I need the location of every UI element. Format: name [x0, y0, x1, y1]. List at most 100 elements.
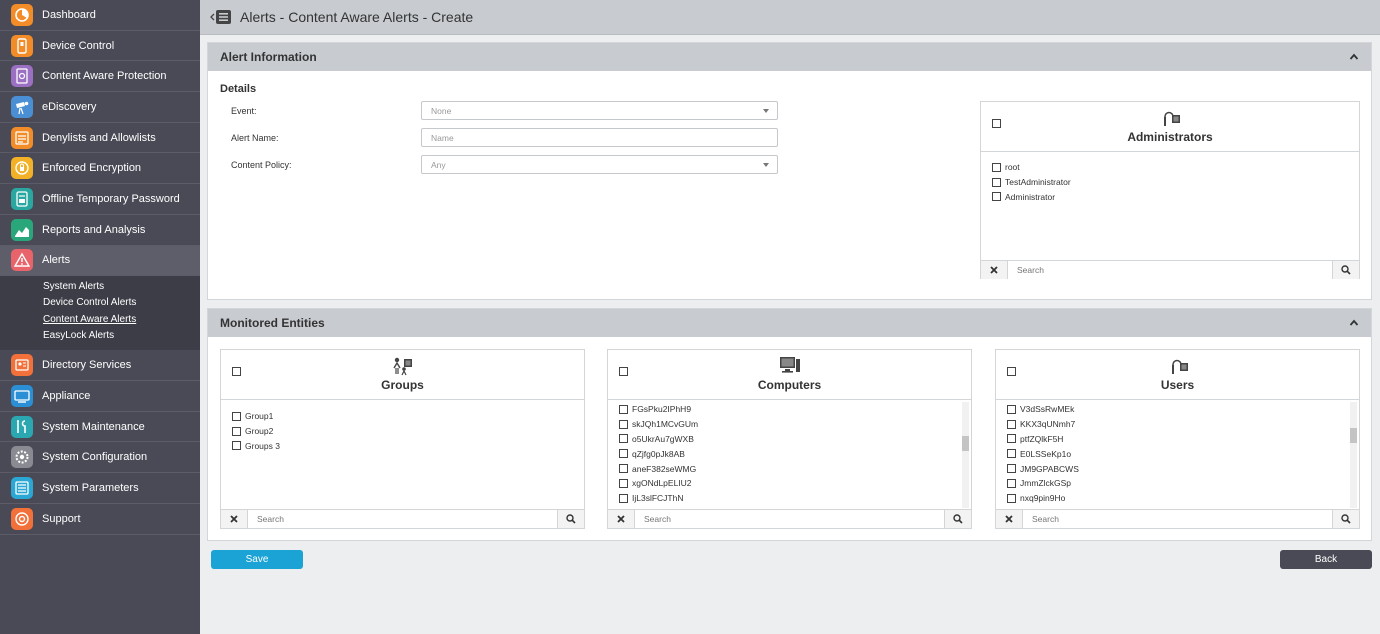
- list-item[interactable]: E0LSSeKp1o: [996, 446, 1359, 461]
- list-item[interactable]: IjL3slFCJThN: [608, 491, 971, 506]
- item-checkbox[interactable]: [232, 426, 241, 436]
- sidebar-item-dashboard[interactable]: Dashboard: [0, 0, 200, 31]
- sidebar-item-system-configuration[interactable]: System Configuration: [0, 442, 200, 474]
- search-button[interactable]: [1332, 261, 1359, 279]
- list-item[interactable]: Administrator: [981, 190, 1359, 205]
- select-all-users-checkbox[interactable]: [1007, 367, 1016, 376]
- select-all-groups-checkbox[interactable]: [232, 367, 241, 376]
- save-button[interactable]: Save: [211, 550, 303, 569]
- item-checkbox[interactable]: [1007, 464, 1016, 474]
- sidebar-item-enforced-encryption[interactable]: Enforced Encryption: [0, 153, 200, 185]
- sidebar-item-ediscovery[interactable]: eDiscovery: [0, 92, 200, 123]
- list-item-label: root: [1005, 162, 1020, 173]
- clear-search-button[interactable]: [981, 261, 1008, 279]
- computers-box-header: Computers: [608, 350, 971, 400]
- item-checkbox[interactable]: [619, 493, 628, 503]
- item-checkbox[interactable]: [619, 449, 628, 459]
- computers-scrollbar[interactable]: [962, 402, 969, 508]
- list-item[interactable]: nxq9pin9Ho: [996, 491, 1359, 506]
- administrators-title: Administrators: [1127, 130, 1213, 144]
- item-checkbox[interactable]: [1007, 419, 1016, 429]
- sidebar-subitem-2[interactable]: Content Aware Alerts: [0, 312, 200, 328]
- alert-name-input[interactable]: Name: [421, 128, 778, 147]
- list-item[interactable]: KKX3qUNmh7: [996, 417, 1359, 432]
- item-checkbox[interactable]: [1007, 493, 1016, 503]
- list-item[interactable]: JmmZlckGSp: [996, 476, 1359, 491]
- content-policy-select[interactable]: Any: [421, 155, 778, 174]
- sidebar-item-appliance[interactable]: Appliance: [0, 381, 200, 412]
- list-item[interactable]: aneF382seWMG: [608, 461, 971, 476]
- item-checkbox[interactable]: [619, 404, 628, 414]
- sidebar-item-label: Content Aware Protection: [42, 70, 167, 83]
- list-item[interactable]: skJQh1MCvGUm: [608, 417, 971, 432]
- chevron-up-icon[interactable]: [1349, 52, 1359, 62]
- list-item[interactable]: ptfZQlkF5H: [996, 432, 1359, 447]
- item-checkbox[interactable]: [1007, 404, 1016, 414]
- sidebar-subitem-3[interactable]: EasyLock Alerts: [0, 328, 200, 344]
- item-checkbox[interactable]: [1007, 478, 1016, 488]
- item-checkbox[interactable]: [232, 411, 241, 421]
- sidebar-item-device-control[interactable]: Device Control: [0, 31, 200, 62]
- clear-search-button[interactable]: [221, 510, 248, 528]
- list-item[interactable]: Group2: [221, 424, 584, 439]
- list-item[interactable]: TestAdministrator: [981, 175, 1359, 190]
- event-select[interactable]: None: [421, 101, 778, 120]
- scroll-thumb[interactable]: [1350, 428, 1357, 443]
- sidebar-item-denylists[interactable]: Denylists and Allowlists: [0, 123, 200, 154]
- monitored-entities-header[interactable]: Monitored Entities: [208, 309, 1371, 337]
- select-all-administrators-checkbox[interactable]: [992, 119, 1001, 128]
- sidebar-item-system-maintenance[interactable]: System Maintenance: [0, 412, 200, 443]
- list-item[interactable]: o5UkrAu7gWXB: [608, 432, 971, 447]
- item-checkbox[interactable]: [992, 192, 1001, 202]
- item-checkbox[interactable]: [232, 441, 241, 451]
- list-item[interactable]: xgONdLpELIU2: [608, 476, 971, 491]
- list-item[interactable]: root: [981, 160, 1359, 175]
- item-checkbox[interactable]: [619, 464, 628, 474]
- item-checkbox[interactable]: [1007, 434, 1016, 444]
- chevron-up-icon[interactable]: [1349, 318, 1359, 328]
- select-all-computers-checkbox[interactable]: [619, 367, 628, 376]
- list-item[interactable]: qZjfg0pJk8AB: [608, 446, 971, 461]
- sidebar-item-content-aware-protection[interactable]: Content Aware Protection: [0, 61, 200, 93]
- item-checkbox[interactable]: [992, 177, 1001, 187]
- search-icon: [953, 514, 963, 524]
- list-item[interactable]: Group1: [221, 409, 584, 424]
- administrators-search-input[interactable]: [1008, 261, 1332, 279]
- list-item-label: skJQh1MCvGUm: [632, 419, 699, 430]
- sidebar-subitem-0[interactable]: System Alerts: [0, 279, 200, 295]
- sidebar-item-reports[interactable]: Reports and Analysis: [0, 215, 200, 246]
- clear-search-button[interactable]: [608, 510, 635, 528]
- alert-information-header[interactable]: Alert Information: [208, 43, 1371, 71]
- sidebar-item-alerts[interactable]: Alerts: [0, 245, 200, 277]
- sidebar-item-directory-services[interactable]: Directory Services: [0, 350, 200, 382]
- menu-toggle-icon[interactable]: [210, 9, 232, 25]
- sidebar-item-offline-password[interactable]: Offline Temporary Password: [0, 184, 200, 215]
- list-item[interactable]: JM9GPABCWS: [996, 461, 1359, 476]
- computers-search-input[interactable]: [635, 510, 944, 528]
- list-item[interactable]: V3dSsRwMEk: [996, 402, 1359, 417]
- list-item[interactable]: Groups 3: [221, 439, 584, 454]
- sidebar-item-label: Offline Temporary Password: [42, 192, 180, 205]
- clear-search-button[interactable]: [996, 510, 1023, 528]
- item-checkbox[interactable]: [1007, 449, 1016, 459]
- sidebar-subitem-1[interactable]: Device Control Alerts: [0, 295, 200, 311]
- list-item[interactable]: FGsPku2IPhH9: [608, 402, 971, 417]
- list-item-label: JM9GPABCWS: [1020, 463, 1079, 474]
- item-checkbox[interactable]: [619, 419, 628, 429]
- groups-search-input[interactable]: [248, 510, 557, 528]
- group-icon: [392, 357, 412, 376]
- item-checkbox[interactable]: [992, 162, 1001, 172]
- sidebar-item-system-parameters[interactable]: System Parameters: [0, 473, 200, 504]
- item-checkbox[interactable]: [619, 478, 628, 488]
- scroll-thumb[interactable]: [962, 436, 969, 451]
- users-scrollbar[interactable]: [1350, 402, 1357, 508]
- directory-services-icon: [11, 354, 33, 377]
- search-button[interactable]: [944, 510, 971, 528]
- search-button[interactable]: [557, 510, 584, 528]
- back-button[interactable]: Back: [1280, 550, 1372, 569]
- sidebar-item-support[interactable]: Support: [0, 504, 200, 535]
- search-button[interactable]: [1332, 510, 1359, 528]
- list-item-label: Administrator: [1005, 191, 1056, 202]
- users-search-input[interactable]: [1023, 510, 1332, 528]
- item-checkbox[interactable]: [619, 434, 628, 444]
